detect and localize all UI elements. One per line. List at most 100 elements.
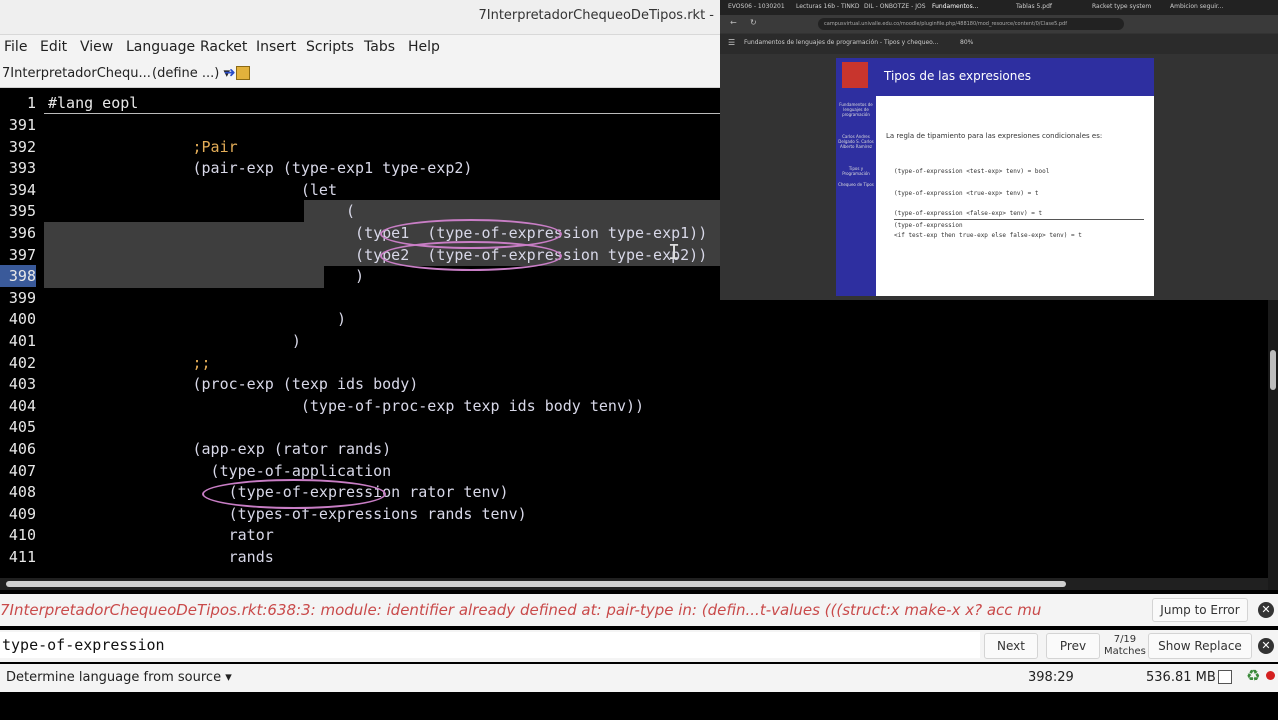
hscroll-thumb[interactable] xyxy=(6,581,1066,587)
menu-scripts[interactable]: Scripts xyxy=(306,39,354,55)
file-name-menu[interactable]: 7InterpretadorChequ... xyxy=(2,66,151,81)
slide-title: Tipos de las expresiones xyxy=(884,69,1031,83)
slide-rule: (type-of-expression <test-exp> tenv) = b… xyxy=(894,168,1050,175)
line-number: 402 xyxy=(8,353,36,372)
next-match-button[interactable]: Next xyxy=(984,633,1038,659)
search-input[interactable] xyxy=(0,632,980,658)
error-bar: 7InterpretadorChequeoDeTipos.rkt:638:3: … xyxy=(0,594,1278,626)
line-number: 410 xyxy=(8,526,36,545)
close-search-icon[interactable]: ✕ xyxy=(1258,638,1274,654)
menu-racket[interactable]: Racket xyxy=(200,39,247,55)
slide-side-item: Tipos y Programación xyxy=(842,166,870,176)
slide-rule: (type-of-expression <false-exp> tenv) = … xyxy=(894,210,1043,217)
lang-line: #lang eopl xyxy=(48,94,139,112)
browser-window: EVOS06 - 1030201 Lecturas 16b - TINKD DI… xyxy=(720,0,1278,300)
line-number: 399 xyxy=(8,288,36,307)
university-logo xyxy=(842,62,868,88)
pdf-document-title: Fundamentos de lenguajes de programación… xyxy=(744,39,939,46)
menu-insert[interactable]: Insert xyxy=(256,39,296,55)
jump-to-error-button[interactable]: Jump to Error xyxy=(1152,598,1248,622)
pdf-toolbar: ☰ Fundamentos de lenguajes de programaci… xyxy=(720,34,1278,54)
pdf-slide: Fundamentos de lenguajes de programación… xyxy=(836,58,1154,296)
code-line: (let xyxy=(48,180,337,199)
editor-separator xyxy=(44,113,720,114)
code-line: (proc-exp (texp ids body) xyxy=(48,375,419,394)
recycle-icon: ♻ xyxy=(1246,666,1261,685)
slide-rule: <if test-exp then true-exp else false-ex… xyxy=(894,232,1082,239)
line-number: 401 xyxy=(8,332,36,350)
vertical-scrollbar[interactable] xyxy=(1268,300,1278,590)
window-titlebar: 7InterpretadorChequeoDeTipos.rkt - xyxy=(0,0,720,35)
menu-tabs[interactable]: Tabs xyxy=(364,39,395,55)
close-error-icon[interactable]: ✕ xyxy=(1258,602,1274,618)
menu-help[interactable]: Help xyxy=(408,39,440,55)
line-number: 394 xyxy=(8,180,36,199)
ibeam-cursor-icon: I xyxy=(668,240,681,264)
back-icon[interactable]: ← xyxy=(730,18,737,27)
search-bar: Next Prev 7/19 Matches Show Replace ✕ xyxy=(0,630,1278,662)
code-line: ;Pair xyxy=(48,137,238,156)
annotation-circle xyxy=(202,479,386,509)
define-menu-label: (define ...) xyxy=(152,66,220,81)
slide-side-item: Chequeo de Tipos xyxy=(838,182,874,187)
code-line: (app-exp (rator rands) xyxy=(48,440,392,458)
code-line: ) xyxy=(48,267,365,286)
pdf-zoom[interactable]: 80% xyxy=(960,39,973,46)
code-line: ) xyxy=(48,332,301,350)
menu-file[interactable]: File xyxy=(4,39,27,55)
browser-tab-strip: EVOS06 - 1030201 Lecturas 16b - TINKD DI… xyxy=(720,0,1278,15)
browser-tab[interactable]: Racket type system xyxy=(1092,3,1151,13)
error-message: 7InterpretadorChequeoDeTipos.rkt:638:3: … xyxy=(0,601,1042,619)
line-number: 395 xyxy=(8,202,36,221)
line-number: 391 xyxy=(8,116,36,134)
menu-icon[interactable]: ☰ xyxy=(728,38,735,47)
browser-tab[interactable]: Lecturas 16b - TINKD xyxy=(796,3,859,13)
define-menu[interactable]: (define ...) ▾ xyxy=(152,66,230,81)
run-arrow-icon[interactable]: ➜ xyxy=(224,65,254,83)
menu-bar: File Edit View Language Racket Insert Sc… xyxy=(0,35,720,61)
slide-rule-divider xyxy=(894,219,1144,220)
vscroll-thumb[interactable] xyxy=(1270,350,1276,390)
url-field[interactable]: campusvirtual.univalle.edu.co/moodle/plu… xyxy=(818,18,1124,30)
menu-edit[interactable]: Edit xyxy=(40,39,67,55)
horizontal-scrollbar[interactable] xyxy=(0,578,1268,590)
match-count-value: 7/19 xyxy=(1113,634,1137,645)
browser-tab[interactable]: DIL - ONBOTZE - JOS xyxy=(864,3,926,13)
line-number: 396 xyxy=(8,224,36,242)
menu-language[interactable]: Language xyxy=(126,39,195,55)
line-number: 393 xyxy=(8,159,36,178)
code-line: rator xyxy=(48,526,274,545)
code-line: ) xyxy=(48,310,347,329)
cursor-position: 398:29 xyxy=(1028,670,1074,685)
language-selector[interactable]: Determine language from source ▾ xyxy=(6,670,232,685)
show-replace-button[interactable]: Show Replace xyxy=(1148,633,1252,659)
code-line: (type1 (type-of-expression type-exp1)) xyxy=(48,224,708,242)
checkbox-icon[interactable] xyxy=(1218,670,1232,684)
match-count-label: Matches xyxy=(1104,646,1146,657)
menu-view[interactable]: View xyxy=(80,39,113,55)
browser-tab[interactable]: Ambicion seguir... xyxy=(1170,3,1224,13)
browser-tab-active[interactable]: Fundamentos... xyxy=(932,3,978,13)
line-number: 1 xyxy=(26,94,36,112)
line-number: 397 xyxy=(8,245,36,264)
annotation-circle xyxy=(380,241,562,271)
line-number: 392 xyxy=(8,137,36,156)
browser-tab[interactable]: EVOS06 - 1030201 xyxy=(728,3,785,13)
code-line: (type-of-proc-exp texp ids body tenv)) xyxy=(48,396,645,415)
line-number: 400 xyxy=(8,310,36,329)
window-title: 7InterpretadorChequeoDeTipos.rkt - xyxy=(478,8,714,23)
slide-intro: La regla de tipamiento para las expresio… xyxy=(886,132,1103,140)
code-line: ;; xyxy=(48,353,211,372)
line-number: 405 xyxy=(8,418,36,437)
browser-tab[interactable]: Tablas 5.pdf xyxy=(1016,3,1052,13)
slide-header: Tipos de las expresiones xyxy=(876,58,1154,96)
line-number: 408 xyxy=(8,483,36,502)
slide-rule: (type-of-expression <true-exp> tenv) = t xyxy=(894,190,1039,197)
prev-match-button[interactable]: Prev xyxy=(1046,633,1100,659)
slide-sidebar xyxy=(836,58,876,296)
line-number: 398 xyxy=(0,265,36,288)
status-bar: Determine language from source ▾ 398:29 … xyxy=(0,664,1278,692)
reload-icon[interactable]: ↻ xyxy=(750,18,757,27)
code-line: (type2 (type-of-expression type-exp2)) xyxy=(48,245,708,264)
memory-usage[interactable]: 536.81 MB xyxy=(1146,670,1216,685)
